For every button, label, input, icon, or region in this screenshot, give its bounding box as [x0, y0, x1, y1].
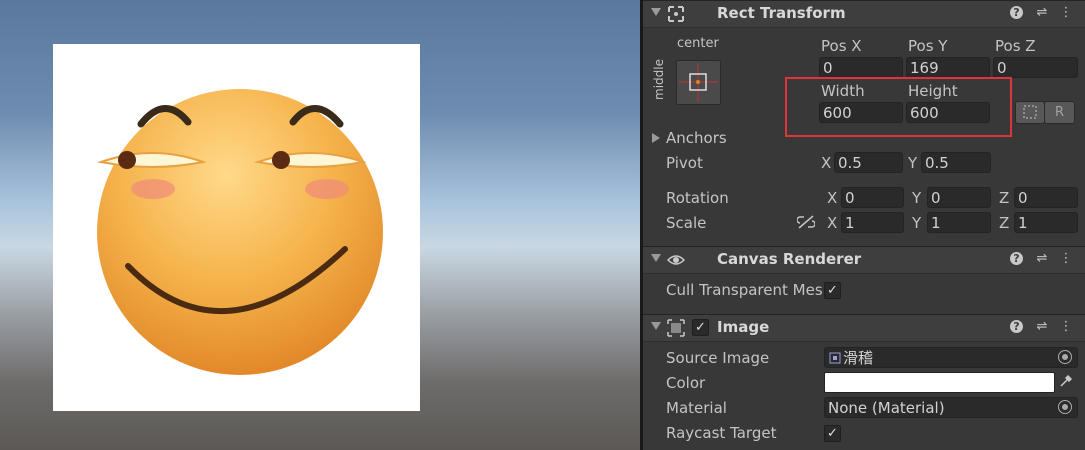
- rotation-x-field[interactable]: 0: [841, 187, 904, 208]
- highlight-box: [785, 77, 1012, 137]
- raycast-target-label: Raycast Target: [666, 424, 777, 442]
- cull-transparent-checkbox[interactable]: ✓: [824, 282, 841, 299]
- scale-y-axis-label: Y: [912, 214, 922, 232]
- source-image-value: 滑稽: [843, 349, 874, 367]
- pos-x-label: Pos X: [821, 37, 862, 55]
- canvas-renderer-header[interactable]: Canvas Renderer ? ⇌ ⋮: [643, 246, 1085, 274]
- rotation-z-field[interactable]: 0: [1014, 187, 1078, 208]
- image-enabled-checkbox[interactable]: ✓: [692, 319, 709, 336]
- image-preview[interactable]: [53, 44, 420, 411]
- source-image-field[interactable]: 滑稽: [824, 347, 1078, 368]
- settings-sliders-icon[interactable]: ⇌: [1035, 320, 1049, 334]
- eye-icon: [667, 255, 685, 265]
- scale-z-field[interactable]: 1: [1014, 212, 1078, 233]
- image-component-icon: [667, 319, 685, 337]
- more-menu-icon[interactable]: ⋮: [1059, 252, 1073, 266]
- rotation-label: Rotation: [666, 189, 729, 207]
- material-field[interactable]: None (Material): [824, 397, 1078, 418]
- settings-sliders-icon[interactable]: ⇌: [1035, 6, 1049, 20]
- object-picker-icon[interactable]: [1058, 400, 1072, 414]
- cull-transparent-label: Cull Transparent Mes: [666, 281, 823, 299]
- anchors-label[interactable]: Anchors: [666, 129, 727, 147]
- rotation-z-axis-label: Z: [999, 189, 1010, 207]
- anchor-preset-h-label: center: [677, 36, 719, 51]
- pos-x-field[interactable]: 0: [819, 57, 903, 78]
- scale-x-axis-label: X: [827, 214, 838, 232]
- raw-edit-button[interactable]: R: [1044, 101, 1075, 124]
- anchors-foldout-arrow-icon[interactable]: [652, 133, 660, 143]
- raycast-target-checkbox[interactable]: ✓: [824, 425, 841, 442]
- fold-arrow-icon[interactable]: [651, 322, 661, 330]
- blueprint-icon: [1023, 105, 1037, 119]
- pivot-x-field[interactable]: 0.5: [834, 152, 903, 173]
- constrain-proportions-link-icon[interactable]: [797, 214, 815, 230]
- component-title: Rect Transform: [717, 4, 846, 22]
- blueprint-mode-button[interactable]: [1015, 101, 1045, 124]
- more-menu-icon[interactable]: ⋮: [1059, 320, 1073, 334]
- pos-y-field[interactable]: 169: [906, 57, 990, 78]
- color-label: Color: [666, 374, 706, 392]
- image-component-header[interactable]: ✓ Image ? ⇌ ⋮: [643, 314, 1085, 342]
- source-image-label: Source Image: [666, 349, 770, 367]
- pivot-y-axis-label: Y: [908, 154, 918, 172]
- settings-sliders-icon[interactable]: ⇌: [1035, 252, 1049, 266]
- rect-transform-header[interactable]: Rect Transform ? ⇌ ⋮: [643, 0, 1085, 28]
- component-title: Image: [717, 318, 770, 336]
- anchor-preset-icon: [679, 63, 718, 102]
- fold-arrow-icon[interactable]: [651, 8, 661, 16]
- color-swatch-field[interactable]: [824, 372, 1055, 393]
- more-menu-icon[interactable]: ⋮: [1059, 6, 1073, 20]
- sprite-icon: [829, 352, 841, 364]
- scale-x-field[interactable]: 1: [841, 212, 904, 233]
- pivot-label: Pivot: [666, 154, 703, 172]
- object-picker-icon[interactable]: [1058, 350, 1072, 364]
- rect-transform-icon: [668, 6, 684, 22]
- component-title: Canvas Renderer: [717, 250, 862, 268]
- rotation-x-axis-label: X: [827, 189, 838, 207]
- help-icon[interactable]: ?: [1010, 6, 1023, 19]
- scene-view[interactable]: [0, 0, 640, 450]
- fold-arrow-icon[interactable]: [651, 254, 661, 262]
- pivot-x-axis-label: X: [821, 154, 832, 172]
- anchor-preset-v-label: middle: [652, 59, 666, 100]
- help-icon[interactable]: ?: [1010, 320, 1023, 333]
- scale-y-field[interactable]: 1: [927, 212, 991, 233]
- pivot-y-field[interactable]: 0.5: [921, 152, 991, 173]
- pos-z-label: Pos Z: [995, 37, 1036, 55]
- inspector-panel: Rect Transform ? ⇌ ⋮ center middle Pos X…: [643, 0, 1085, 450]
- eyedropper-icon[interactable]: [1059, 374, 1073, 388]
- anchor-preset-button[interactable]: [676, 60, 721, 105]
- rotation-y-field[interactable]: 0: [927, 187, 991, 208]
- scale-z-axis-label: Z: [999, 214, 1010, 232]
- help-icon[interactable]: ?: [1010, 252, 1023, 265]
- smirk-emoji-image: [97, 89, 383, 375]
- pos-y-label: Pos Y: [908, 37, 948, 55]
- scale-label: Scale: [666, 214, 707, 232]
- pos-z-field[interactable]: 0: [993, 57, 1078, 78]
- rotation-y-axis-label: Y: [912, 189, 922, 207]
- material-label: Material: [666, 399, 727, 417]
